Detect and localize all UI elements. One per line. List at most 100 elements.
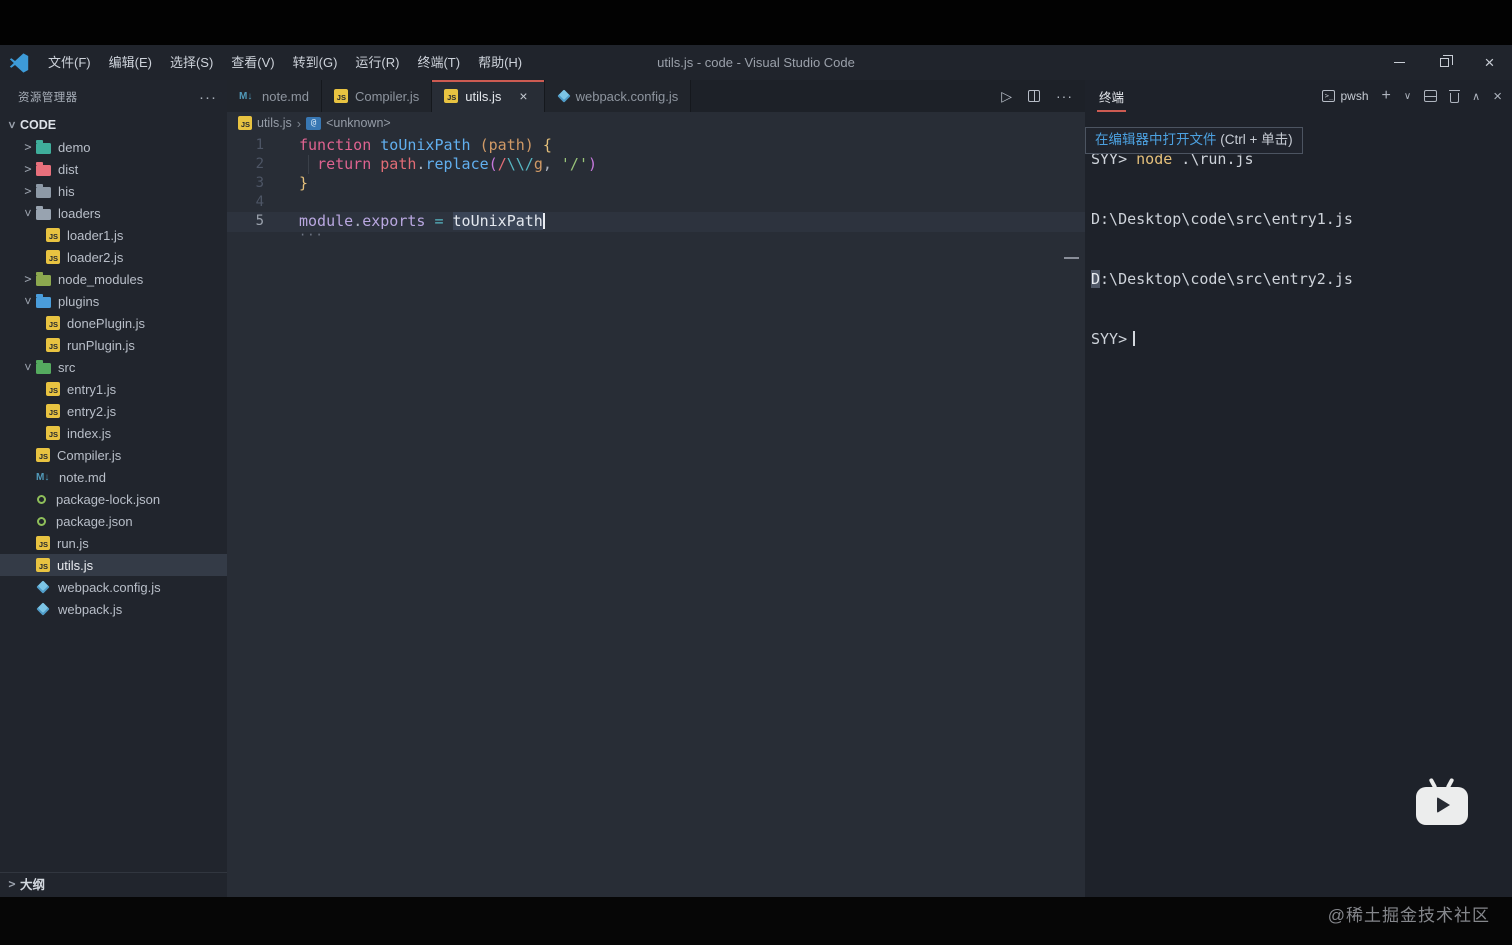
breadcrumb[interactable]: utils.js › @ <unknown> [227,112,1085,134]
terminal-icon: >_ [1322,90,1336,102]
split-editor-icon[interactable] [1028,90,1040,102]
line-number: 3 [255,175,264,191]
vscode-window: 文件(F) 编辑(E) 选择(S) 查看(V) 转到(G) 运行(R) 终端(T… [0,45,1512,897]
terminal-output[interactable]: SYY> node .\run.js D:\Desktop\code\src\e… [1085,109,1512,409]
js-file-icon [36,536,50,550]
code-line-3: 3} [227,174,1085,193]
chevron-down-icon[interactable]: ∨ [1404,91,1411,102]
hint-dots: ··· [299,228,324,242]
menu-edit[interactable]: 编辑(E) [100,45,161,80]
title-bar: 文件(F) 编辑(E) 选择(S) 查看(V) 转到(G) 运行(R) 终端(T… [0,45,1512,80]
line-number: 5 [255,213,264,229]
menu-terminal[interactable]: 终端(T) [408,45,469,80]
code-line-5: 5 module.exports = toUnixPath ··· [227,212,1085,242]
tooltip-link[interactable]: 在编辑器中打开文件 [1095,132,1217,147]
restore-icon [1440,55,1453,67]
close-icon[interactable]: × [515,87,531,105]
vscode-logo-icon [9,52,29,73]
terminal-line-link[interactable]: D:\Desktop\code\src\entry2.js [1091,269,1512,289]
file-tree: >demo >dist >his >loaders loader1.js loa… [0,136,227,620]
close-panel-icon[interactable]: × [1493,88,1502,105]
outline-label: 大纲 [20,878,46,892]
tree-item-doneplugin[interactable]: donePlugin.js [0,312,227,334]
close-button[interactable]: × [1467,45,1512,80]
explorer-title: 资源管理器 [18,92,78,104]
breadcrumb-file[interactable]: utils.js [257,116,292,130]
minimize-button[interactable] [1377,45,1422,80]
chevron-right-icon: > [24,162,32,176]
outline-section-header[interactable]: > 大纲 [0,872,227,894]
shell-selector[interactable]: >_ pwsh [1322,89,1369,103]
tree-item-utils-js[interactable]: utils.js [0,554,227,576]
terminal-actions: >_ pwsh + ∨ ∧ × [1322,87,1502,105]
js-file-icon [36,558,50,572]
js-file-icon [46,404,60,418]
js-file-icon [333,89,348,103]
letterbox-bottom: @稀土掘金技术社区 [0,897,1512,945]
js-file-icon [46,250,60,264]
menu-file[interactable]: 文件(F) [39,45,100,80]
tree-item-run-js[interactable]: run.js [0,532,227,554]
tree-item-dist[interactable]: > dist [0,158,227,180]
tab-utils-js[interactable]: utils.js × [432,80,545,112]
tab-compiler-js[interactable]: Compiler.js [321,80,433,112]
menu-view[interactable]: 查看(V) [222,45,283,80]
tree-item-compiler[interactable]: Compiler.js [0,444,227,466]
tree-item-demo[interactable]: > demo [0,136,227,158]
run-file-icon[interactable]: ▷ [1001,88,1012,105]
tree-item-webpack-config[interactable]: webpack.config.js [0,576,227,598]
new-terminal-icon[interactable]: + [1382,87,1391,105]
tab-note-md[interactable]: note.md [227,80,322,112]
terminal-line-link[interactable]: D:\Desktop\code\src\entry1.js [1091,209,1512,229]
tree-item-runplugin[interactable]: runPlugin.js [0,334,227,356]
maximize-panel-icon[interactable]: ∧ [1472,90,1480,103]
tree-item-note-md[interactable]: note.md [0,466,227,488]
tree-item-node-modules[interactable]: > node_modules [0,268,227,290]
chevron-down-icon: > [21,363,35,371]
tree-item-index[interactable]: index.js [0,422,227,444]
terminal-prompt: SYY> [1091,329,1512,349]
tree-item-package-lock[interactable]: package-lock.json [0,488,227,510]
menu-go[interactable]: 转到(G) [284,45,347,80]
js-file-icon [36,448,50,462]
watermark-text: @稀土掘金技术社区 [1327,906,1490,925]
tab-webpack-config[interactable]: webpack.config.js [544,80,692,112]
editor-actions: ▷ ··· [989,80,1085,112]
link-tooltip: 在编辑器中打开文件 (Ctrl + 单击) [1085,127,1303,154]
overview-ruler-marker [1064,257,1079,259]
tree-item-loader1[interactable]: loader1.js [0,224,227,246]
window-controls: × [1377,45,1512,80]
minimize-icon [1394,62,1405,63]
split-terminal-icon[interactable] [1424,90,1438,102]
tree-item-webpack-js[interactable]: webpack.js [0,598,227,620]
chevron-down-icon: > [21,297,35,305]
code-line-4: 4 [227,193,1085,212]
more-actions-icon[interactable]: ··· [1056,88,1073,104]
menu-run[interactable]: 运行(R) [346,45,408,80]
tree-item-src[interactable]: > src [0,356,227,378]
more-actions-icon[interactable]: ··· [199,89,217,106]
tree-item-entry1[interactable]: entry1.js [0,378,227,400]
tree-item-plugins[interactable]: > plugins [0,290,227,312]
shell-label: pwsh [1340,89,1369,103]
tree-item-package-json[interactable]: package.json [0,510,227,532]
js-file-icon [46,316,60,330]
project-section-header[interactable]: > CODE [0,114,227,136]
folder-src-icon [36,359,51,374]
chevron-right-icon: > [24,272,32,286]
tree-item-his[interactable]: > his [0,180,227,202]
tooltip-hint: (Ctrl + 单击) [1216,132,1293,147]
tab-terminal[interactable]: 终端 [1097,87,1127,112]
tree-item-loader2[interactable]: loader2.js [0,246,227,268]
chevron-right-icon: > [8,876,16,891]
tree-item-entry2[interactable]: entry2.js [0,400,227,422]
breadcrumb-symbol[interactable]: <unknown> [326,116,391,130]
menu-selection[interactable]: 选择(S) [161,45,222,80]
code-editor[interactable]: 1 function toUnixPath (path) { 2 return p… [227,134,1085,897]
tv-logo-icon [1416,777,1468,825]
folder-open-icon [36,205,51,220]
kill-terminal-icon[interactable] [1449,89,1461,103]
menu-help[interactable]: 帮助(H) [469,45,531,80]
restore-button[interactable] [1422,45,1467,80]
tree-item-loaders[interactable]: > loaders [0,202,227,224]
